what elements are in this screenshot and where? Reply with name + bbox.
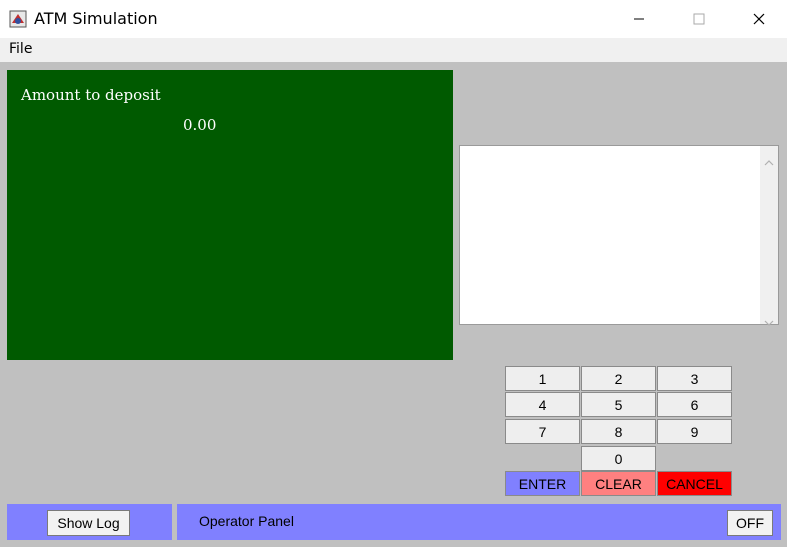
show-log-button[interactable]: Show Log: [47, 510, 130, 536]
maximize-button[interactable]: [676, 0, 722, 38]
key-0[interactable]: 0: [581, 446, 656, 471]
display-prompt: Amount to deposit: [21, 86, 161, 104]
enter-button[interactable]: ENTER: [505, 471, 580, 496]
title-bar: ATM Simulation: [0, 0, 787, 38]
key-1[interactable]: 1: [505, 366, 580, 391]
clear-button[interactable]: CLEAR: [581, 471, 656, 496]
key-5[interactable]: 5: [581, 392, 656, 417]
key-2[interactable]: 2: [581, 366, 656, 391]
operator-switch-button[interactable]: OFF: [727, 510, 773, 536]
menu-file[interactable]: File: [9, 41, 32, 57]
log-panel: Show Log: [7, 504, 172, 540]
receipt-area[interactable]: [459, 145, 779, 326]
scroll-down-icon[interactable]: [764, 311, 774, 330]
app-icon: [9, 10, 27, 28]
key-6[interactable]: 6: [657, 392, 732, 417]
receipt-scrollbar[interactable]: [760, 146, 778, 326]
key-7[interactable]: 7: [505, 419, 580, 444]
window-title: ATM Simulation: [34, 9, 158, 28]
minimize-button[interactable]: [616, 0, 662, 38]
key-4[interactable]: 4: [505, 392, 580, 417]
operator-panel: Operator Panel OFF: [177, 504, 781, 540]
minimize-icon: [633, 10, 645, 29]
display-amount: 0.00: [183, 116, 217, 134]
atm-display: Amount to deposit 0.00: [7, 70, 453, 360]
menu-bar: File: [0, 38, 787, 62]
operator-panel-label: Operator Panel: [199, 513, 294, 529]
scroll-up-icon[interactable]: [764, 151, 774, 170]
close-button[interactable]: [736, 0, 782, 38]
key-3[interactable]: 3: [657, 366, 732, 391]
cancel-button[interactable]: CANCEL: [657, 471, 732, 496]
key-8[interactable]: 8: [581, 419, 656, 444]
maximize-icon: [693, 10, 705, 29]
key-9[interactable]: 9: [657, 419, 732, 444]
close-icon: [753, 10, 765, 29]
